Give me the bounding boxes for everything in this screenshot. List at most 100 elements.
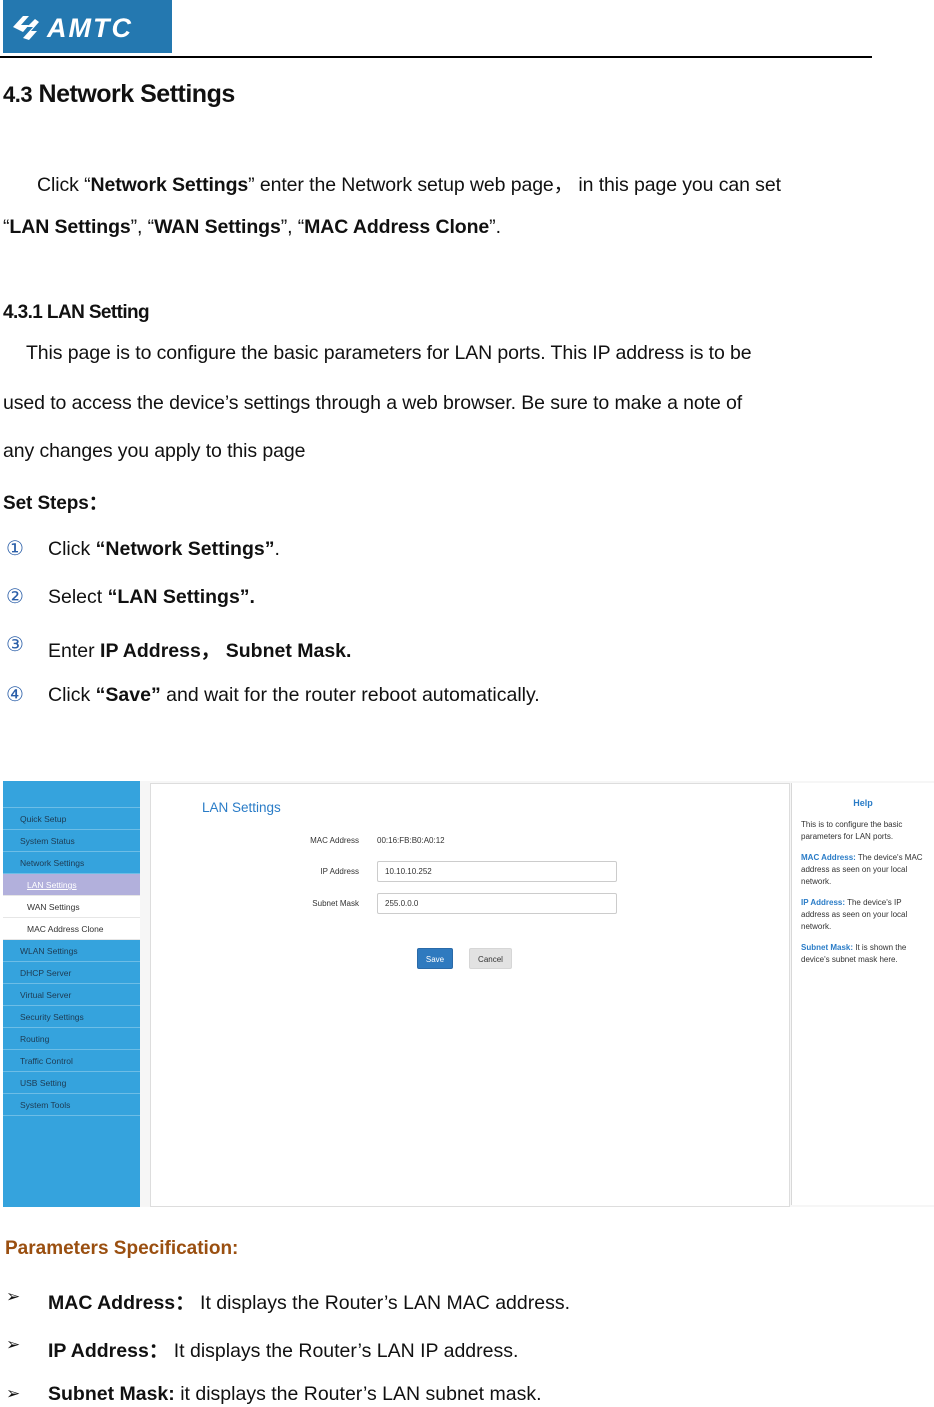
lan-settings-title: LAN Settings bbox=[202, 800, 281, 815]
intro-bold: Network Settings bbox=[90, 174, 249, 196]
mac-address-label: MAC Address bbox=[310, 836, 359, 845]
save-button[interactable]: Save bbox=[417, 948, 453, 969]
step-text: Click bbox=[48, 538, 96, 560]
sidebar-item-traffic-control[interactable]: Traffic Control bbox=[3, 1050, 140, 1072]
sidebar-item-wlan-settings[interactable]: WLAN Settings bbox=[3, 940, 140, 962]
parameter-item: IP Address： It displays the Router’s LAN… bbox=[48, 1334, 518, 1363]
arrow-bullet-icon: ➢ bbox=[6, 1335, 21, 1354]
sidebar-header bbox=[3, 781, 140, 808]
intro-text: ”. bbox=[489, 216, 501, 238]
parameter-desc: it displays the Router’s LAN subnet mask… bbox=[174, 1383, 542, 1405]
intro-text: Click “ bbox=[37, 174, 91, 196]
step-bold: “Network Settings” bbox=[95, 538, 275, 560]
logo-icon: AMTC bbox=[13, 13, 133, 43]
step-item: Select “LAN Settings”. bbox=[48, 586, 255, 609]
help-key: MAC Address: bbox=[801, 853, 856, 862]
amtc-logo: AMTC bbox=[3, 0, 172, 53]
sidebar-item-usb-setting[interactable]: USB Setting bbox=[3, 1072, 140, 1094]
sidebar-item-routing[interactable]: Routing bbox=[3, 1028, 140, 1050]
paragraph-line: used to access the device’s settings thr… bbox=[3, 392, 743, 414]
parameter-item: MAC Address： It displays the Router’s LA… bbox=[48, 1286, 570, 1315]
step-number-icon: ③ bbox=[6, 632, 24, 656]
parameters-title: Parameters Specification: bbox=[5, 1238, 239, 1259]
step-number-icon: ④ bbox=[6, 682, 24, 706]
help-item: MAC Address: The device's MAC address as … bbox=[801, 852, 934, 888]
help-text: network. bbox=[801, 877, 832, 886]
help-text: address as seen on your local bbox=[801, 910, 908, 919]
parameter-desc: It displays the Router’s LAN MAC address… bbox=[194, 1292, 570, 1314]
help-key: Subnet Mask: bbox=[801, 943, 854, 952]
sidebar-item-dhcp-server[interactable]: DHCP Server bbox=[3, 962, 140, 984]
help-intro: This is to configure the basic parameters… bbox=[801, 819, 934, 843]
intro-text: ”, “ bbox=[280, 216, 305, 238]
ip-address-label: IP Address bbox=[320, 867, 359, 876]
help-text: The device's MAC bbox=[855, 853, 923, 862]
sidebar-item-lan-settings[interactable]: LAN Settings bbox=[3, 874, 140, 896]
ip-address-input[interactable]: 10.10.10.252 bbox=[377, 861, 617, 882]
help-text: parameters for LAN ports. bbox=[801, 832, 894, 841]
step-item: Click “Network Settings”. bbox=[48, 538, 280, 561]
router-main-panel: LAN Settings MAC Address 00:16:FB:B0:A0:… bbox=[150, 783, 790, 1207]
svg-text:AMTC: AMTC bbox=[46, 13, 133, 43]
sidebar-item-security-settings[interactable]: Security Settings bbox=[3, 1006, 140, 1028]
step-text: Click bbox=[48, 684, 96, 706]
arrow-bullet-icon: ➢ bbox=[6, 1384, 21, 1403]
step-text: . bbox=[274, 538, 280, 560]
help-text: It is shown the bbox=[853, 943, 907, 952]
intro-line-1: Click “Network Settings” enter the Netwo… bbox=[37, 168, 781, 197]
sidebar-item-wan-settings[interactable]: WAN Settings bbox=[3, 896, 140, 918]
arrow-bullet-icon: ➢ bbox=[6, 1287, 21, 1306]
step-text: Enter bbox=[48, 640, 101, 662]
sidebar-item-virtual-server[interactable]: Virtual Server bbox=[3, 984, 140, 1006]
intro-text: ”, “ bbox=[130, 216, 155, 238]
sidebar-item-mac-address-clone[interactable]: MAC Address Clone bbox=[3, 918, 140, 940]
step-item: Enter IP Address， Subnet Mask. bbox=[48, 634, 351, 663]
step-item: Click “Save” and wait for the router reb… bbox=[48, 684, 540, 707]
help-key: IP Address: bbox=[801, 898, 846, 907]
paragraph-line: This page is to configure the basic para… bbox=[26, 342, 752, 364]
sidebar-item-network-settings[interactable]: Network Settings bbox=[3, 852, 140, 874]
steps-title: Set Steps： bbox=[3, 493, 108, 514]
parameter-term: Subnet Mask: bbox=[48, 1383, 175, 1405]
help-text: This is to configure the basic bbox=[801, 820, 903, 829]
header-rule bbox=[0, 56, 872, 58]
subnet-mask-input[interactable]: 255.0.0.0 bbox=[377, 893, 617, 914]
step-text: and wait for the router reboot automatic… bbox=[160, 684, 540, 706]
subnet-mask-label: Subnet Mask bbox=[312, 899, 359, 908]
section-title: Network Settings bbox=[38, 80, 236, 108]
step-text: Select bbox=[48, 586, 108, 608]
intro-bold: WAN Settings bbox=[154, 216, 281, 238]
router-sidebar: Quick Setup System Status Network Settings… bbox=[3, 781, 140, 1207]
step-number-icon: ② bbox=[6, 584, 24, 608]
step-number-icon: ① bbox=[6, 536, 24, 560]
help-item: IP Address: The device's IP address as se… bbox=[801, 897, 934, 933]
parameter-term: IP Address： bbox=[48, 1340, 169, 1362]
parameter-term: MAC Address： bbox=[48, 1292, 195, 1314]
mac-address-value: 00:16:FB:B0:A0:12 bbox=[377, 836, 445, 845]
sidebar-item-system-status[interactable]: System Status bbox=[3, 830, 140, 852]
help-text: device's subnet mask here. bbox=[801, 955, 898, 964]
parameter-desc: It displays the Router’s LAN IP address. bbox=[168, 1340, 519, 1362]
step-bold: “Save” bbox=[95, 684, 161, 706]
help-item: Subnet Mask: It is shown the device's sub… bbox=[801, 942, 934, 966]
help-text: network. bbox=[801, 922, 832, 931]
help-text: address as seen on your local bbox=[801, 865, 908, 874]
paragraph-line: any changes you apply to this page bbox=[3, 440, 306, 462]
cancel-button[interactable]: Cancel bbox=[469, 948, 512, 969]
sidebar-item-quick-setup[interactable]: Quick Setup bbox=[3, 808, 140, 830]
intro-bold: MAC Address Clone bbox=[304, 216, 490, 238]
help-text: The device's IP bbox=[845, 898, 902, 907]
intro-line-2: “LAN Settings”, “WAN Settings”, “MAC Add… bbox=[3, 216, 501, 239]
router-ui-screenshot: Quick Setup System Status Network Settings… bbox=[3, 781, 934, 1207]
help-title: Help bbox=[853, 798, 873, 808]
intro-text: ” enter the Network setup web page， in t… bbox=[248, 174, 781, 196]
step-bold: “LAN Settings”. bbox=[107, 586, 255, 608]
parameter-item: Subnet Mask: it displays the Router’s LA… bbox=[48, 1383, 541, 1406]
subsection-heading: 4.3.1 LAN Setting bbox=[3, 302, 150, 323]
section-heading: 4.3 Network Settings bbox=[3, 80, 235, 109]
intro-bold: LAN Settings bbox=[9, 216, 131, 238]
sidebar-item-system-tools[interactable]: System Tools bbox=[3, 1094, 140, 1116]
section-number: 4.3 bbox=[3, 82, 33, 107]
step-bold: IP Address， Subnet Mask. bbox=[100, 640, 352, 662]
help-panel: Help This is to configure the basic param… bbox=[791, 783, 934, 1205]
